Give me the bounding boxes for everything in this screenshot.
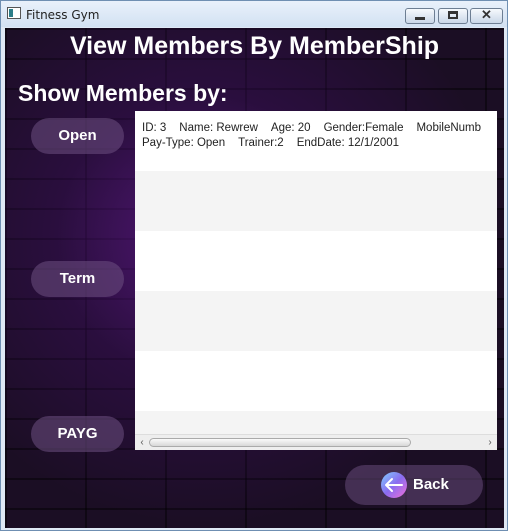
filter-heading: Show Members by:: [18, 80, 228, 106]
member-id: ID: 3: [142, 122, 167, 134]
list-item: [135, 231, 497, 291]
list-item: [135, 351, 497, 411]
maximize-icon: [448, 11, 458, 19]
member-details: ID: 3 Name: Rewrew Age: 20 Gender:Female Mob…: [142, 121, 494, 151]
back-button-label: Back: [413, 476, 449, 493]
members-list[interactable]: ID: 3 Name: Rewrew Age: 20 Gender:Female Mob…: [135, 111, 497, 450]
open-membership-button[interactable]: Open: [31, 118, 124, 154]
title-bar[interactable]: Fitness Gym ✕: [1, 1, 507, 27]
member-name: Name: Rewrew: [179, 122, 258, 134]
scroll-right-icon[interactable]: ›: [483, 435, 497, 450]
window-title: Fitness Gym: [26, 8, 100, 22]
back-button[interactable]: Back: [345, 465, 483, 505]
member-age: Age: 20: [270, 122, 311, 134]
member-mobile: MobileNumb: [416, 122, 482, 134]
scroll-left-icon[interactable]: ‹: [135, 435, 149, 450]
member-pay-type: Pay-Type: Open: [142, 137, 226, 149]
payg-membership-button[interactable]: PAYG: [31, 416, 124, 452]
close-icon: ✕: [481, 7, 492, 22]
minimize-icon: [415, 17, 425, 20]
app-window: Fitness Gym ✕ View Members By MemberShip…: [0, 0, 508, 531]
page-title: View Members By MemberShip: [69, 32, 440, 60]
main-content: View Members By MemberShip Show Members …: [5, 28, 504, 528]
member-trainer: Trainer:2: [238, 137, 284, 149]
app-icon: [7, 7, 21, 19]
maximize-button[interactable]: [438, 8, 468, 24]
horizontal-scrollbar[interactable]: ‹ ›: [135, 434, 497, 450]
scrollbar-thumb[interactable]: [149, 438, 411, 447]
back-arrow-icon: [381, 472, 407, 498]
term-membership-button[interactable]: Term: [31, 261, 124, 297]
close-button[interactable]: ✕: [470, 7, 503, 24]
member-gender: Gender:Female: [323, 122, 404, 134]
list-item: [135, 291, 497, 351]
list-item: [135, 171, 497, 231]
minimize-button[interactable]: [405, 8, 435, 24]
list-item[interactable]: ID: 3 Name: Rewrew Age: 20 Gender:Female Mob…: [135, 111, 497, 171]
member-end-date: EndDate: 12/1/2001: [296, 137, 400, 149]
